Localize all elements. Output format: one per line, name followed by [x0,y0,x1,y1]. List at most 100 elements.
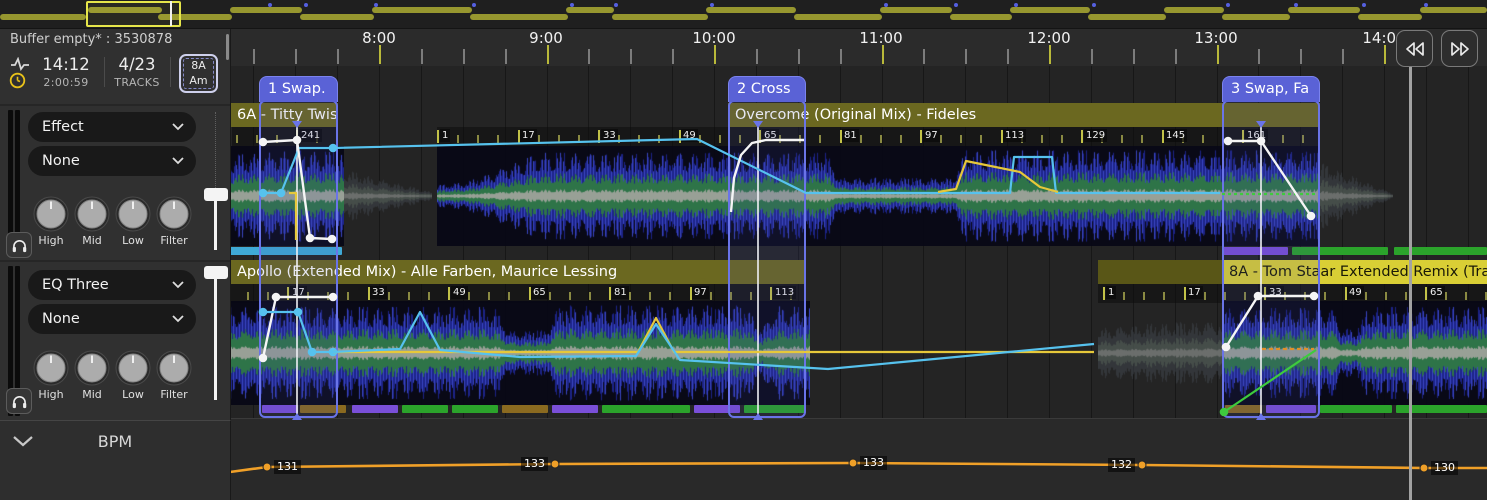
section-marker[interactable] [402,405,448,413]
beat-number: 97 [923,129,940,142]
ruler-hour-label: 13:00 [1194,29,1237,47]
rewind-icon [1404,41,1426,57]
section-marker[interactable] [502,405,548,413]
beat-tick [649,292,651,300]
beat-number: 113 [1003,129,1026,142]
knob-low[interactable]: Low [112,195,154,247]
knob-mid[interactable]: Mid [71,195,113,247]
rewind-button[interactable] [1396,30,1433,67]
section-marker[interactable] [1394,247,1487,255]
beat-tick [1121,135,1123,143]
headphones-icon [11,238,28,253]
beat-tick [549,292,551,300]
beat-number: 97 [692,286,709,299]
transition-midpoint-line[interactable] [757,127,759,414]
bpm-panel: BPM [0,420,231,500]
beat-tick [1425,287,1427,300]
knob-high[interactable]: High [30,195,72,247]
beat-tick [1163,292,1165,300]
divider [170,57,171,87]
effect-slot-label: EQ Three [42,277,109,293]
panel-scrollbar[interactable] [226,34,229,60]
ruler-tick [337,49,339,64]
section-marker[interactable] [452,405,498,413]
volume-fader-deck-a[interactable] [204,188,228,201]
mix-total-time: 14:12 [34,55,98,74]
knob-mid[interactable]: Mid [71,349,113,401]
waveform[interactable] [344,146,432,246]
effect-preset-select-deck-a[interactable]: None [28,146,196,176]
transition-region[interactable] [728,100,806,418]
minimap[interactable] [0,0,1487,29]
time-ruler[interactable]: 8:009:0010:0011:0012:0013:0014:00 [230,28,1487,66]
transition-midpoint-line[interactable] [296,127,298,414]
knob-filter[interactable]: Filter [153,195,195,247]
ruler-tick [923,49,925,64]
minimap-transition-dot [1362,3,1366,7]
beat-tick [1445,292,1447,300]
playhead[interactable] [1409,66,1412,500]
headphones-icon [11,394,28,409]
section-marker[interactable] [602,405,690,413]
ruler-tick [1133,49,1135,64]
transition-region[interactable] [259,100,338,418]
headphones-cue-button-deck-b[interactable] [6,388,32,414]
bpm-value: 132 [1108,458,1135,472]
headphones-cue-button-deck-a[interactable] [6,232,32,258]
volume-fader-deck-b[interactable] [204,266,228,279]
transition-label[interactable]: 1 Swap. [259,76,338,102]
beat-tick [629,292,631,300]
ruler-tick [253,49,255,64]
transition-region[interactable] [1222,100,1320,418]
beat-number: 1 [1106,286,1116,299]
beat-tick [497,135,499,143]
minimap-track-bar [372,7,472,13]
beat-tick [388,292,390,300]
beat-number: 17 [1186,286,1203,299]
mix-elapsed-time: 2:00:59 [34,76,98,89]
beat-tick [900,135,902,143]
beat-tick [669,292,671,300]
effect-slot-select-deck-b[interactable]: EQ Three [28,270,196,300]
beat-number: 81 [612,286,629,299]
ruler-tick [965,49,967,64]
knob-label: Low [112,234,154,247]
knob-low[interactable]: Low [112,349,154,401]
knob-filter[interactable]: Filter [153,349,195,401]
minimap-viewport[interactable] [86,1,181,27]
minimap-track-bar [794,14,882,20]
transition-midpoint-line[interactable] [1260,127,1262,414]
ruler-tick [798,49,800,64]
transport-controls [1396,30,1478,67]
fast-forward-button[interactable] [1441,30,1478,67]
ruler-tick [1049,45,1051,64]
effect-preset-label: None [42,311,80,327]
beat-number: 129 [1084,129,1107,142]
waveform[interactable] [437,146,1320,246]
minimap-transition-dot [1424,3,1428,7]
transition-label[interactable]: 3 Swap, Fa [1222,76,1320,102]
minimap-transition-dot [304,3,308,7]
minimap-track-bar [1288,7,1360,13]
volume-fader-stem-deck-b [214,279,217,400]
section-marker[interactable] [552,405,598,413]
minimap-track-bar [470,14,568,20]
beat-tick [457,135,459,143]
section-marker[interactable] [352,405,398,413]
key-badge[interactable]: 8A Am [179,54,218,93]
ruler-tick [505,49,507,64]
track-title[interactable] [1098,260,1222,284]
beat-tick [1324,292,1326,300]
effect-slot-select-deck-a[interactable]: Effect [28,112,196,142]
waveform[interactable] [1320,146,1393,246]
beat-tick [428,292,430,300]
knob-label: Mid [71,388,113,401]
minimap-track-bar [300,14,374,20]
waveform[interactable] [1098,301,1222,405]
knob-high[interactable]: High [30,349,72,401]
transition-label[interactable]: 2 Cross [728,76,806,102]
minimap-track-bar [706,7,796,13]
effect-preset-select-deck-b[interactable]: None [28,304,196,334]
section-marker[interactable] [1320,405,1392,413]
beat-tick [347,292,349,300]
